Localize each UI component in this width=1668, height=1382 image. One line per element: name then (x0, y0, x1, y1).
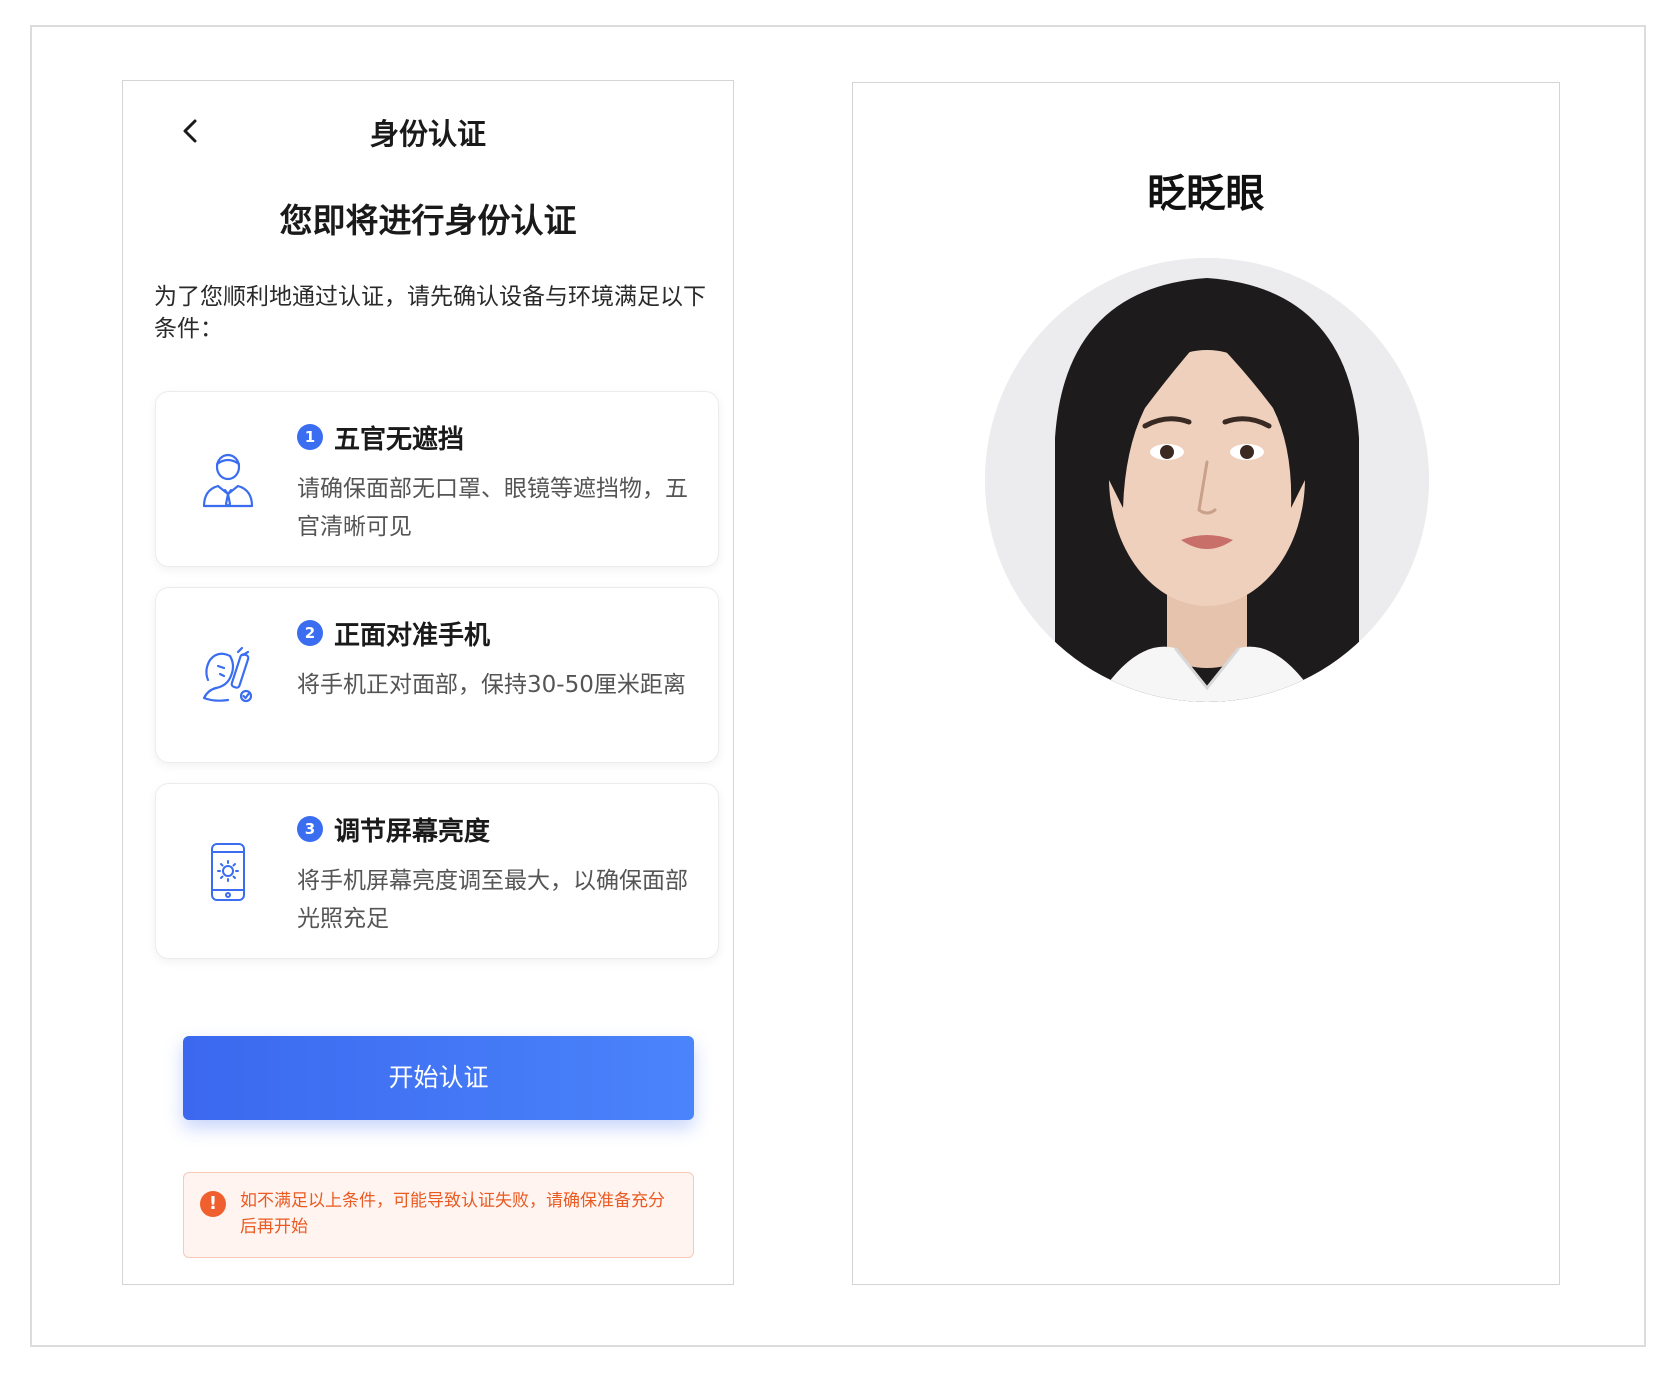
warning-icon: ! (200, 1191, 226, 1217)
phone-brightness-icon (211, 843, 245, 901)
step-number-badge: 2 (297, 620, 323, 646)
liveness-instruction-title: 眨眨眼 (1147, 172, 1265, 217)
step-number-badge: 1 (297, 424, 323, 450)
card-title: 正面对准手机 (334, 621, 491, 651)
intro-text: 为了您顺利地通过认证，请先确认设备与环境满足以下条件： (154, 284, 706, 342)
face-phone-icon (202, 646, 253, 703)
page-heading: 您即将进行身份认证 (279, 201, 577, 240)
liveness-screen: 眨眨眼 (852, 82, 1560, 1285)
identity-verification-screen: 身份认证 您即将进行身份认证 为了您顺利地通过认证，请先确认设备与环境满足以下条… (122, 80, 734, 1285)
card-title: 五官无遮挡 (334, 425, 465, 455)
face-illustration (985, 258, 1429, 702)
card-title: 调节屏幕亮度 (334, 817, 491, 847)
condition-card-3: 3 调节屏幕亮度 将手机屏幕亮度调至最大，以确保面部光照充足 (155, 783, 719, 959)
person-icon (202, 453, 254, 508)
card-description: 请确保面部无口罩、眼镜等遮挡物，五官清晰可见 (297, 476, 688, 540)
warning-text: 如不满足以上条件，可能导致认证失败，请确保准备充分后再开始 (240, 1191, 665, 1237)
card-description: 将手机屏幕亮度调至最大，以确保面部光照充足 (297, 868, 688, 932)
condition-card-1: 1 五官无遮挡 请确保面部无口罩、眼镜等遮挡物，五官清晰可见 (155, 391, 719, 567)
warning-notice: ! 如不满足以上条件，可能导致认证失败，请确保准备充分后再开始 (183, 1172, 694, 1258)
step-number-badge: 3 (297, 816, 323, 842)
condition-card-2: 2 正面对准手机 将手机正对面部，保持30-50厘米距离 (155, 587, 719, 763)
start-verification-button[interactable]: 开始认证 (183, 1036, 694, 1120)
nav-title: 身份认证 (369, 117, 486, 151)
card-description: 将手机正对面部，保持30-50厘米距离 (297, 672, 686, 698)
face-portrait-image (985, 258, 1429, 702)
